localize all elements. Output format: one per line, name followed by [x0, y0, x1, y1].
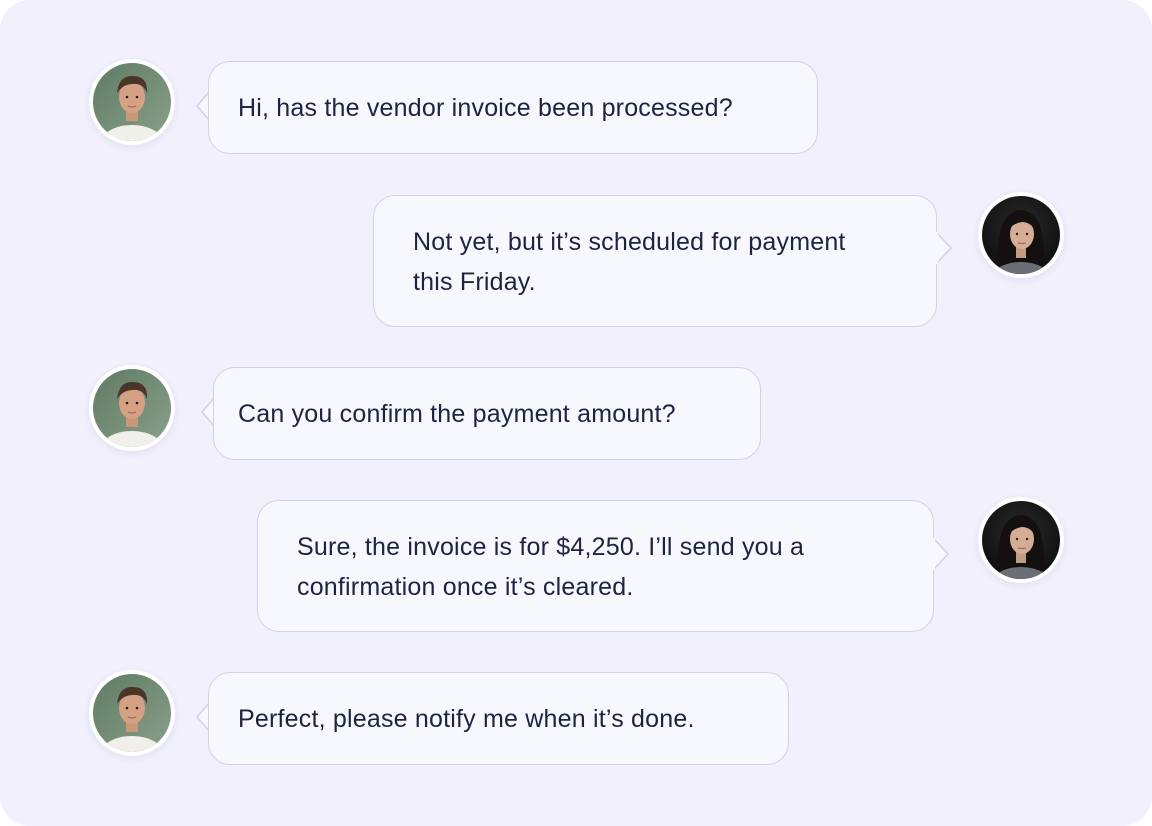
message-bubble: Not yet, but it’s scheduled for payment …	[373, 195, 937, 327]
message-text: Can you confirm the payment amount?	[238, 400, 676, 428]
female-avatar	[978, 497, 1064, 583]
message-bubble: Hi, has the vendor invoice been processe…	[208, 61, 818, 154]
message-bubble: Can you confirm the payment amount?	[213, 367, 761, 460]
male-avatar	[89, 365, 175, 451]
male-avatar	[89, 670, 175, 756]
message-text: Hi, has the vendor invoice been processe…	[238, 94, 733, 122]
message-text: Perfect, please notify me when it’s done…	[238, 705, 695, 733]
female-avatar	[978, 192, 1064, 278]
male-avatar	[89, 59, 175, 145]
message-bubble: Sure, the invoice is for $4,250. I’ll se…	[257, 500, 934, 632]
message-bubble: Perfect, please notify me when it’s done…	[208, 672, 789, 765]
bubble-tail	[929, 538, 950, 570]
chat-panel: Hi, has the vendor invoice been processe…	[0, 0, 1152, 826]
bubble-tail	[932, 232, 953, 264]
message-text: Sure, the invoice is for $4,250. I’ll se…	[297, 533, 805, 601]
message-text: Not yet, but it’s scheduled for payment …	[413, 228, 846, 296]
